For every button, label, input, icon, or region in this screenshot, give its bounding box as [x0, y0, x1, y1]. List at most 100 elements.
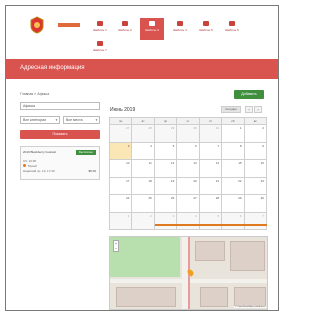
nav-item-1[interactable]: Шаблон 1 [90, 18, 110, 40]
calendar-day-cell[interactable]: 28 [132, 125, 155, 143]
category-select[interactable]: Все категории ▼ [20, 116, 60, 124]
calendar-week-row: 10 11 12 13 14 15 16 [110, 160, 267, 178]
calendar-day-number: 6 [239, 213, 242, 218]
calendar-body: 27 28 29 30 31 1 2 3 4 5 6 7 8 9 10 11 12 13 14 15 16 17 18 19 2… [110, 125, 267, 230]
map-building [230, 241, 265, 271]
calendar-day-number: 21 [215, 178, 220, 183]
breadcrumb[interactable]: Главная » Афиша [20, 92, 49, 96]
site-wordmark-logo[interactable] [58, 21, 80, 29]
nav-icon [97, 41, 103, 46]
place-select-value: Все места [66, 118, 83, 122]
calendar-day-cell[interactable]: 4 [132, 142, 155, 160]
weekday-label: чт [177, 118, 200, 125]
calendar-day-number: 10 [126, 161, 130, 165]
calendar-day-cell[interactable]: 29 [222, 195, 245, 213]
calendar-day-number: 2 [262, 126, 264, 130]
calendar-day-cell[interactable]: 2 [132, 212, 155, 230]
calendar-day-cell[interactable]: 27 [110, 125, 133, 143]
calendar-day-cell[interactable]: 16 [244, 160, 267, 178]
calendar-day-cell[interactable]: 22 [222, 177, 245, 195]
calendar-day-cell[interactable]: 5 [154, 142, 178, 160]
calendar-day-number: 5 [217, 213, 220, 218]
calendar-day-cell[interactable]: 5 [199, 212, 223, 230]
calendar-day-number: 24 [126, 196, 130, 200]
nav-item-3-active[interactable]: Шаблон 3 [140, 18, 164, 40]
calendar-day-cell[interactable]: 30 [177, 125, 200, 143]
calendar-day-cell[interactable]: 17 [110, 177, 133, 195]
city-emblem-logo[interactable] [29, 16, 45, 34]
map-building [234, 287, 266, 307]
calendar-day-cell[interactable]: 14 [199, 160, 223, 178]
map-attribution[interactable]: © OpenStreetMap contributors [234, 306, 266, 308]
calendar-month-title: Июнь 2019 [110, 107, 136, 113]
calendar-day-cell[interactable]: 3 [110, 142, 133, 160]
calendar-day-cell[interactable]: 13 [177, 160, 200, 178]
calendar-day-cell[interactable]: 6 [177, 142, 200, 160]
calendar-day-cell[interactable]: 31 [199, 125, 223, 143]
calendar-event-bar[interactable] [155, 224, 267, 226]
calendar-day-cell[interactable]: 10 [110, 160, 133, 178]
calendar-day-cell[interactable]: 30 [244, 195, 267, 213]
calendar-day-number: 12 [170, 161, 175, 165]
page-title: Адресная информация [20, 65, 85, 71]
nav-item-7[interactable]: Шаблон 7 [90, 38, 110, 60]
calendar-day-cell[interactable]: 2 [244, 125, 267, 143]
apply-filter-button[interactable]: Показать [20, 130, 100, 139]
category-select-value: Все категории [23, 118, 46, 122]
nav-item-6[interactable]: Шаблон 6 [222, 18, 242, 40]
calendar-day-number: 29 [170, 126, 175, 130]
event-title[interactable]: 2019 Blackberry Festival [23, 150, 71, 154]
calendar-day-cell[interactable]: 19 [154, 177, 178, 195]
calendar-day-cell[interactable]: 20 [177, 177, 200, 195]
nav-icon [229, 21, 235, 26]
calendar-day-cell[interactable]: 6 [222, 212, 245, 230]
calendar-day-cell[interactable]: 3 [154, 212, 178, 230]
calendar-day-cell[interactable]: 28 [199, 195, 223, 213]
calendar-day-cell[interactable]: 12 [154, 160, 178, 178]
add-event-button[interactable]: Добавить [234, 90, 264, 99]
calendar-day-cell[interactable]: 18 [132, 177, 155, 195]
calendar-day-cell[interactable]: 15 [222, 160, 245, 178]
calendar-day-cell[interactable]: 27 [177, 195, 200, 213]
nav-item-2[interactable]: Шаблон 2 [115, 18, 135, 40]
calendar-week-row: 3 4 5 6 7 8 9 [110, 142, 267, 160]
calendar-day-number: 1 [127, 213, 130, 218]
calendar-day-cell[interactable]: 1 [222, 125, 245, 143]
calendar-day-cell[interactable]: 21 [199, 177, 223, 195]
calendar-day-cell[interactable]: 7 [199, 142, 223, 160]
calendar-day-number: 30 [193, 126, 197, 130]
location-map[interactable]: + − © OpenStreetMap contributors [109, 236, 268, 310]
calendar-next-button[interactable]: › [254, 106, 262, 113]
calendar-day-number: 27 [126, 126, 130, 130]
calendar-prev-button[interactable]: ‹ [245, 106, 253, 113]
calendar-day-cell[interactable]: 4 [177, 212, 200, 230]
weekday-label: ср [154, 118, 178, 125]
map-zoom-control[interactable]: + − [113, 240, 119, 252]
calendar-day-cell[interactable]: 23 [244, 177, 267, 195]
search-input[interactable]: Афиша [20, 102, 100, 110]
calendar-day-cell[interactable]: 9 [244, 142, 267, 160]
calendar-day-cell[interactable]: 11 [132, 160, 155, 178]
nav-item-5[interactable]: Шаблон 5 [196, 18, 216, 40]
calendar-day-number: 18 [148, 178, 152, 183]
event-card[interactable]: 2019 Blackberry Festival Бесплатно Сб, 1… [20, 146, 100, 180]
calendar-day-number: 20 [193, 178, 197, 183]
event-badge: Бесплатно [76, 150, 96, 155]
calendar-day-number: 14 [215, 161, 220, 165]
calendar-day-cell[interactable]: 26 [154, 195, 178, 213]
map-building [195, 241, 225, 261]
calendar-day-cell[interactable]: 7 [244, 212, 267, 230]
calendar-day-cell[interactable]: 25 [132, 195, 155, 213]
calendar-day-cell[interactable]: 8 [222, 142, 245, 160]
calendar-day-cell[interactable]: 24 [110, 195, 133, 213]
event-time: Сб, 10:00 [23, 159, 37, 163]
calendar-day-number: 8 [239, 143, 242, 148]
calendar-day-number: 30 [260, 196, 264, 200]
calendar-day-number: 7 [262, 213, 264, 218]
calendar-today-button[interactable]: Сегодня [221, 106, 241, 113]
nav-item-4[interactable]: Шаблон 4 [170, 18, 190, 40]
chevron-down-icon: ▼ [55, 118, 58, 122]
calendar-day-cell[interactable]: 1 [110, 212, 133, 230]
calendar-day-cell[interactable]: 29 [154, 125, 178, 143]
place-select[interactable]: Все места ▼ [63, 116, 100, 124]
